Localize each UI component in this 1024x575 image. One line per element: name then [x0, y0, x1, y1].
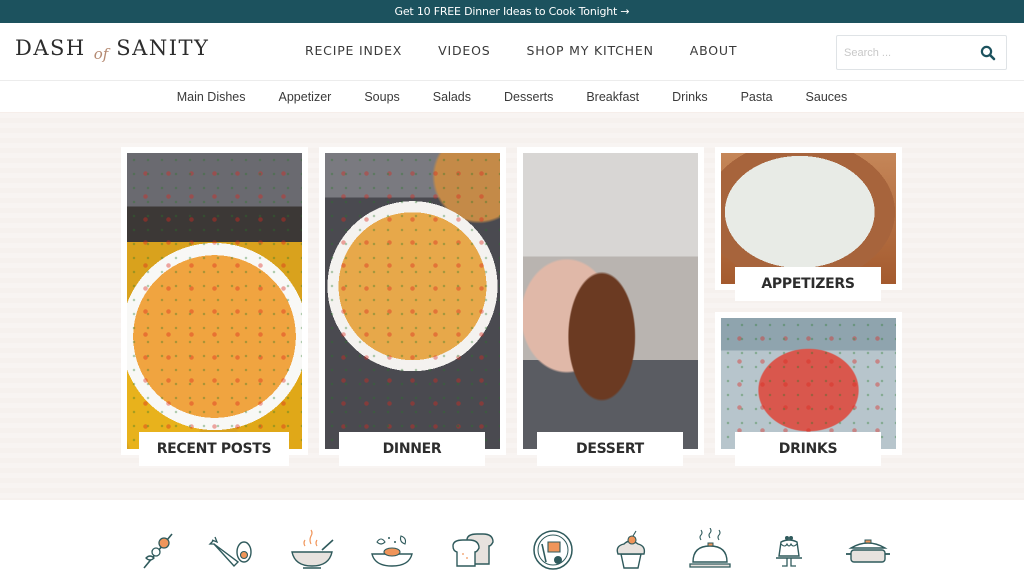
category-sauces[interactable]: Sauces [806, 90, 848, 104]
search-icon [980, 45, 996, 61]
icon-link-kebab[interactable] [132, 528, 182, 572]
category-nav: Main Dishes Appetizer Soups Salads Desse… [0, 82, 1024, 113]
icon-link-vegetables[interactable] [206, 528, 256, 572]
serving-cloche-icon [689, 528, 731, 568]
category-icon-row [0, 500, 1024, 575]
category-breakfast[interactable]: Breakfast [586, 90, 639, 104]
soup-bowl-icon [291, 529, 334, 569]
search-input[interactable] [844, 44, 974, 62]
nav-videos[interactable]: VIDEOS [438, 43, 490, 58]
card-label-dessert: DESSERT [537, 432, 683, 466]
search-button[interactable] [980, 45, 996, 61]
card-dinner[interactable]: DINNER [319, 147, 506, 466]
announcement-bar: Get 10 FREE Dinner Ideas to Cook Tonight… [0, 0, 1024, 23]
category-drinks[interactable]: Drinks [672, 90, 707, 104]
icon-link-casserole[interactable] [843, 528, 893, 572]
nav-recipe-index[interactable]: RECIPE INDEX [305, 43, 402, 58]
pudding-icon [776, 536, 802, 567]
dessert-image [523, 153, 698, 449]
site-header: DASH of SANITY RECIPE INDEX VIDEOS SHOP … [0, 23, 1024, 81]
logo-word-of: of [93, 45, 109, 63]
card-recent-posts[interactable]: RECENT POSTS [121, 147, 308, 466]
icon-link-breakfast[interactable] [528, 528, 578, 572]
category-soups[interactable]: Soups [364, 90, 399, 104]
casserole-dish-icon [846, 539, 890, 563]
category-appetizer[interactable]: Appetizer [279, 90, 332, 104]
nav-shop-my-kitchen[interactable]: SHOP MY KITCHEN [526, 43, 653, 58]
icon-link-salad[interactable] [367, 528, 417, 572]
icon-link-cupcake[interactable] [606, 528, 656, 572]
card-appetizers[interactable]: APPETIZERS [715, 147, 902, 301]
search-box [836, 35, 1007, 70]
recent-posts-image [127, 153, 302, 449]
card-label-appetizers: APPETIZERS [735, 267, 881, 301]
card-dessert[interactable]: DESSERT [517, 147, 704, 466]
featured-categories: RECENT POSTS DINNER DESSERT APPETIZERS D… [0, 113, 1024, 500]
free-dinner-ideas-link[interactable]: Get 10 FREE Dinner Ideas to Cook Tonight… [395, 5, 630, 18]
cupcake-icon [616, 530, 646, 569]
drinks-image [721, 318, 896, 449]
category-main-dishes[interactable]: Main Dishes [177, 90, 246, 104]
salad-icon [371, 535, 413, 567]
icon-link-cloche[interactable] [685, 528, 735, 572]
category-pasta[interactable]: Pasta [741, 90, 773, 104]
breakfast-plate-icon [533, 530, 573, 570]
icon-link-soup[interactable] [287, 528, 337, 572]
card-label-drinks: DRINKS [735, 432, 881, 466]
appetizers-image [721, 153, 896, 284]
category-desserts[interactable]: Desserts [504, 90, 553, 104]
site-logo[interactable]: DASH of SANITY [15, 36, 209, 66]
vegetables-icon [208, 536, 252, 568]
card-drinks[interactable]: DRINKS [715, 312, 902, 466]
kebab-icon [143, 533, 173, 569]
logo-word-dash: DASH [15, 36, 86, 60]
card-label-dinner: DINNER [339, 432, 485, 466]
main-nav: RECIPE INDEX VIDEOS SHOP MY KITCHEN ABOU… [305, 43, 773, 58]
icon-link-pudding[interactable] [764, 528, 814, 572]
logo-word-sanity: SANITY [116, 36, 210, 60]
nav-about[interactable]: ABOUT [690, 43, 738, 58]
category-salads[interactable]: Salads [433, 90, 471, 104]
dinner-image [325, 153, 500, 449]
bread-icon [452, 533, 494, 567]
icon-link-bread[interactable] [447, 528, 497, 572]
card-label-recent-posts: RECENT POSTS [139, 432, 289, 466]
